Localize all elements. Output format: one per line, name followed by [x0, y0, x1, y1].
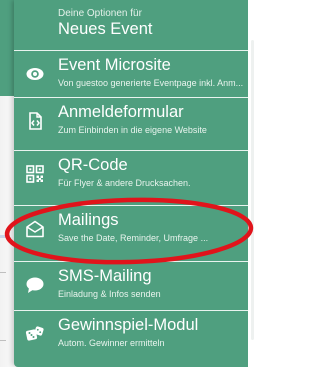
menu-item-description: Save the Date, Reminder, Umfrage ...	[58, 233, 209, 243]
scrollbar[interactable]	[248, 0, 257, 367]
menu-item-label: SMS-Mailing	[58, 267, 152, 285]
background-marker	[0, 235, 8, 238]
menu-item-label: Mailings	[58, 211, 119, 229]
screenshot-stage: Deine Optionen für Neues Event Event Mic…	[0, 0, 257, 367]
menu-item-description: Von guestoo generierte Eventpage inkl. A…	[58, 78, 244, 88]
menu-item-event-microsite[interactable]: Event Microsite Von guestoo generierte E…	[14, 50, 248, 94]
code-file-icon	[25, 111, 45, 131]
background-divider	[0, 340, 6, 341]
menu-title: Neues Event	[58, 20, 153, 38]
menu-item-description: Zum Einbinden in die eigene Website	[58, 125, 207, 135]
scrollbar-track[interactable]	[251, 40, 254, 340]
qr-code-icon	[25, 164, 45, 184]
menu-item-label: Gewinnspiel-Modul	[58, 316, 199, 334]
menu-item-mailings[interactable]: Mailings Save the Date, Reminder, Umfrag…	[14, 205, 248, 249]
menu-header: Deine Optionen für Neues Event	[14, 0, 248, 44]
background-divider	[0, 272, 6, 273]
menu-item-gewinnspiel-modul[interactable]: Gewinnspiel-Modul Autom. Gewinner ermitt…	[14, 310, 248, 354]
menu-item-label: QR-Code	[58, 156, 128, 174]
menu-subtitle: Deine Optionen für	[58, 8, 142, 19]
menu-item-sms-mailing[interactable]: SMS-Mailing Einladung & Infos senden	[14, 261, 248, 305]
menu-item-label: Anmeldeformular	[58, 103, 184, 121]
envelope-open-icon	[25, 219, 45, 239]
menu-item-label: Event Microsite	[58, 56, 171, 74]
background-page-edge	[0, 96, 14, 367]
menu-item-description: Einladung & Infos senden	[58, 289, 161, 299]
menu-item-description: Für Flyer & andere Drucksachen.	[58, 178, 191, 188]
dice-icon	[25, 324, 45, 344]
menu-item-anmeldeformular[interactable]: Anmeldeformular Zum Einbinden in die eig…	[14, 97, 248, 141]
menu-item-description: Autom. Gewinner ermitteln	[58, 338, 165, 348]
new-event-options-menu: Deine Optionen für Neues Event Event Mic…	[14, 0, 248, 367]
eye-icon	[25, 64, 45, 84]
menu-item-qr-code[interactable]: QR-Code Für Flyer & andere Drucksachen.	[14, 150, 248, 194]
sms-bubble-icon	[25, 275, 45, 295]
